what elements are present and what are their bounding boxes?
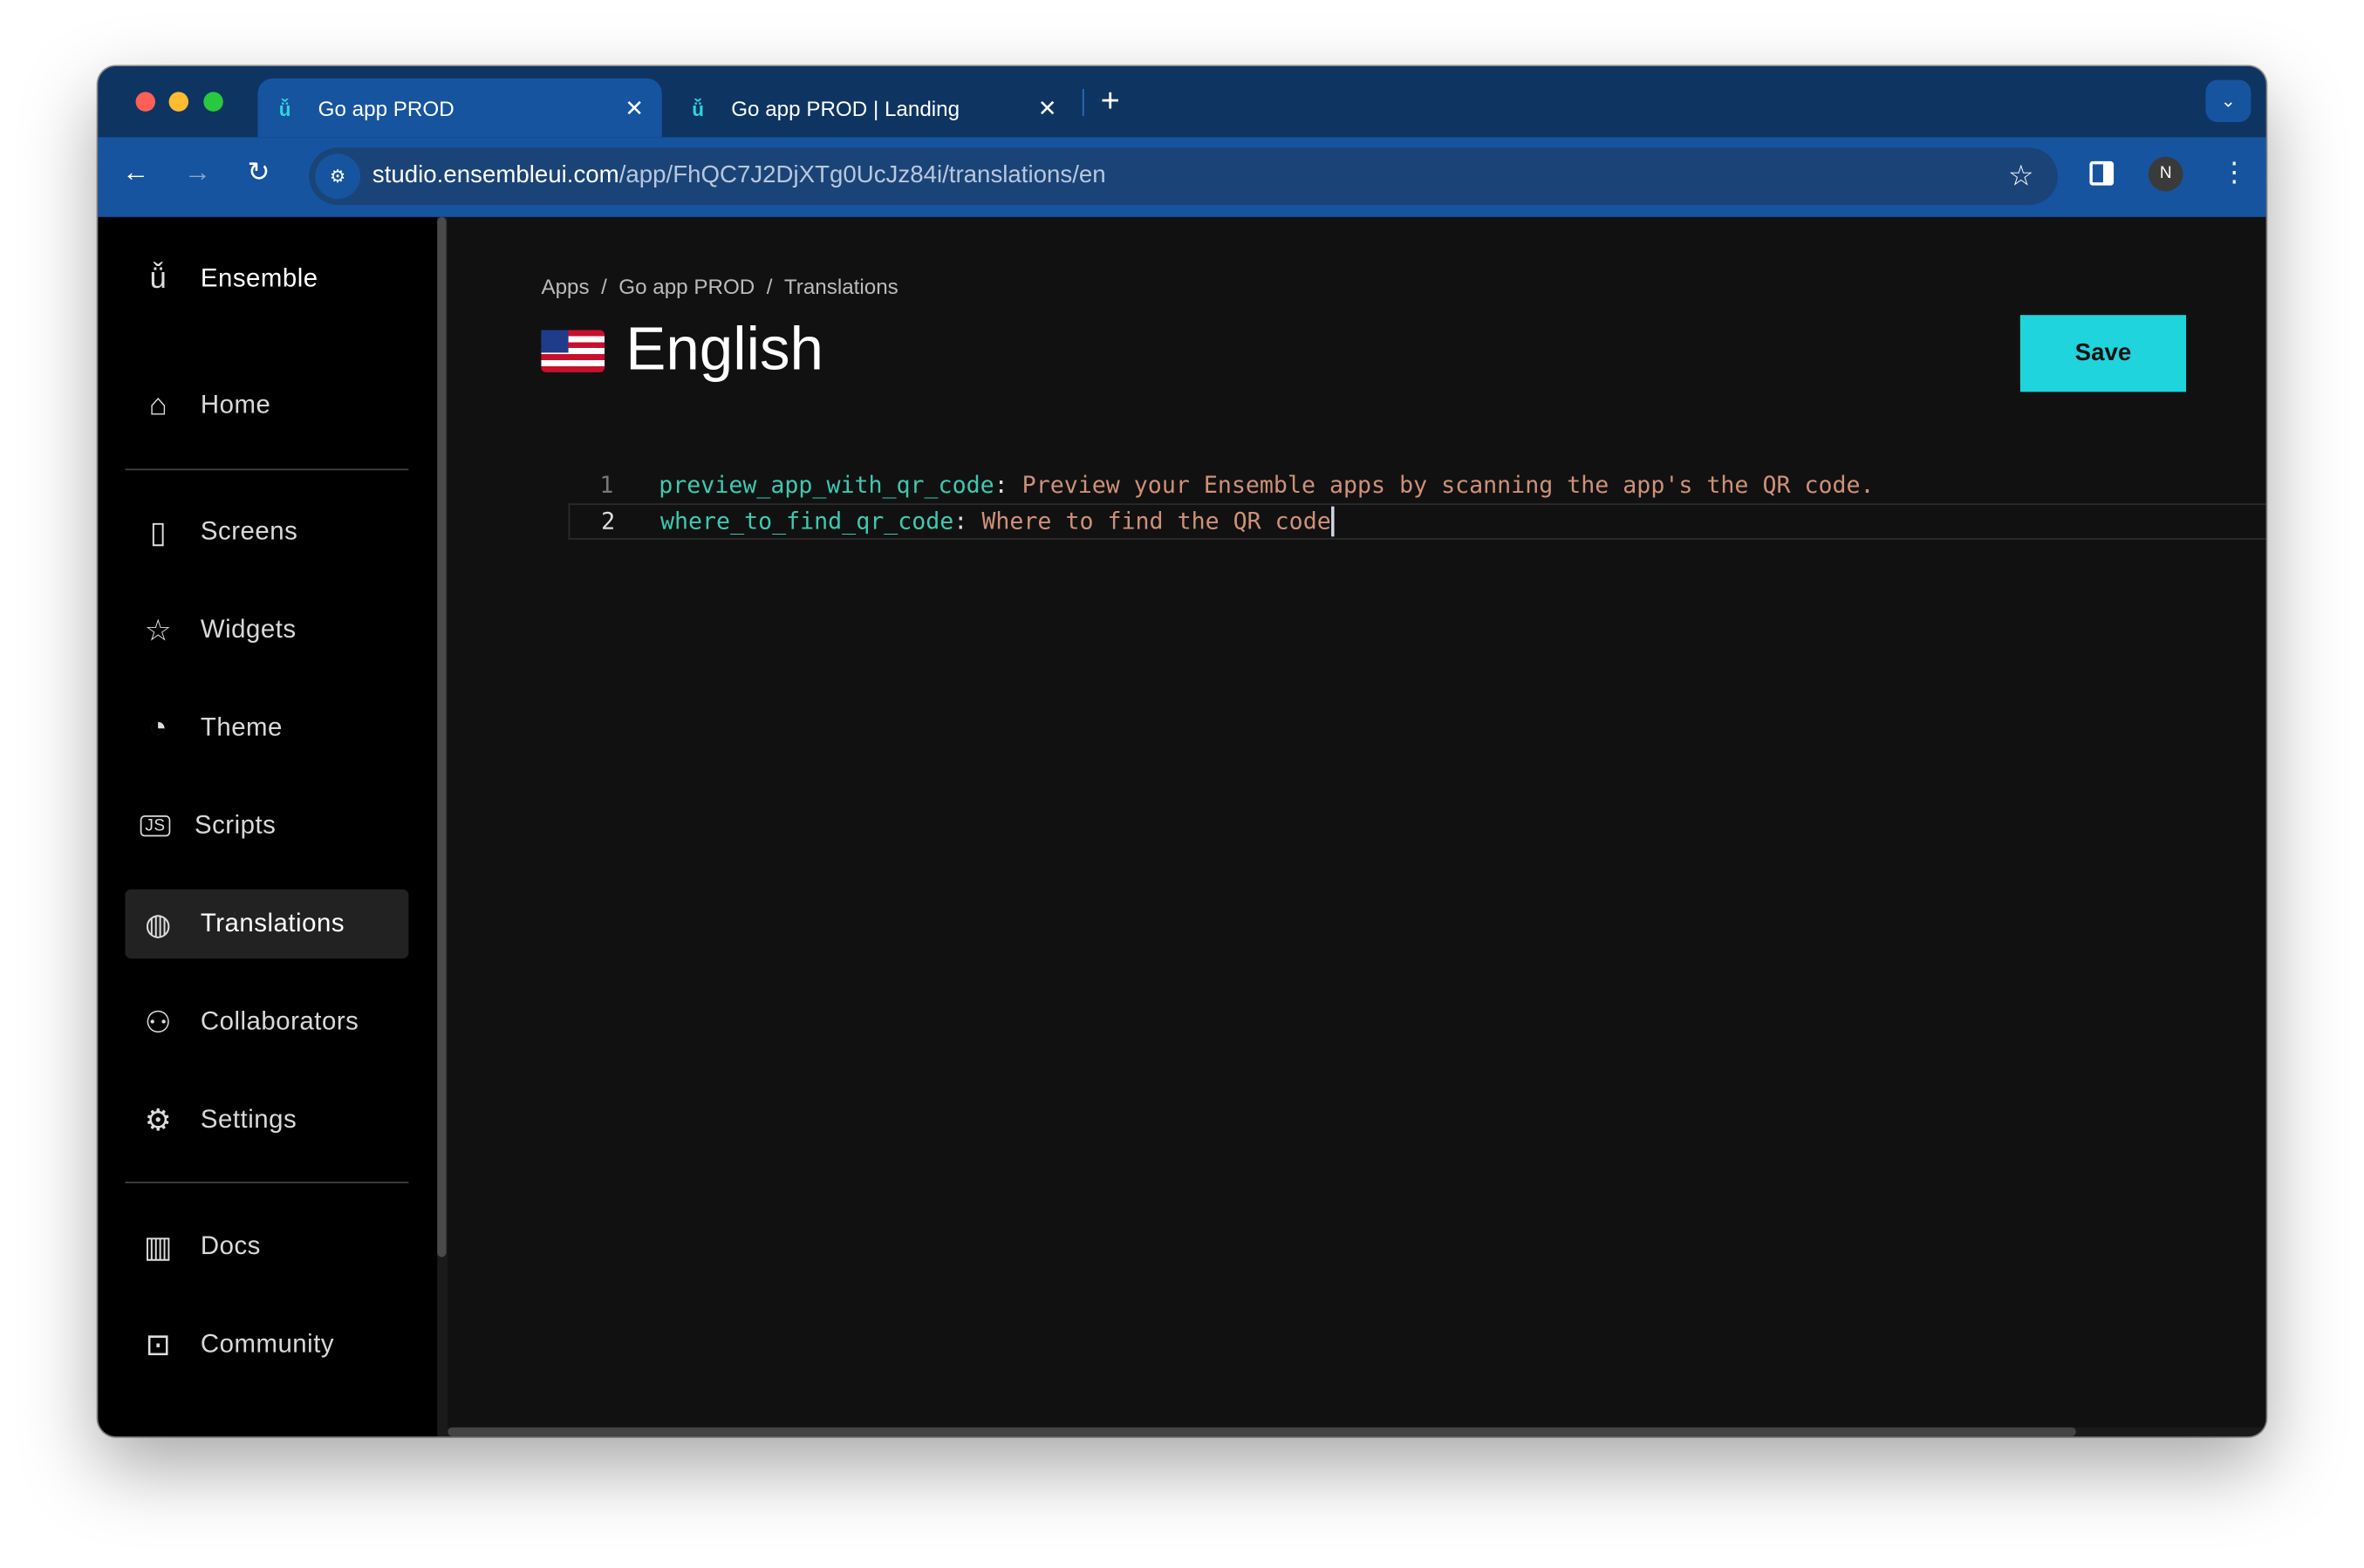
code-editor[interactable]: 1 preview_app_with_qr_code: Preview your … xyxy=(568,467,2266,540)
new-tab-icon[interactable]: + xyxy=(1101,81,1120,120)
sidebar-item-home[interactable]: ⌂ Home xyxy=(125,371,408,440)
home-icon: ⌂ xyxy=(148,388,168,422)
close-tab-icon[interactable]: ✕ xyxy=(1038,94,1057,121)
side-panel-icon[interactable] xyxy=(2089,160,2115,186)
sidebar-item-label: Home xyxy=(200,390,271,419)
close-tab-icon[interactable]: ✕ xyxy=(625,94,644,121)
breadcrumb-apps[interactable]: Apps xyxy=(541,275,589,299)
sidebar-item-translations[interactable]: ◍ Translations xyxy=(125,889,409,959)
more-menu-icon[interactable]: ⋮ xyxy=(2221,157,2248,188)
breadcrumb: Apps / Go app PROD / Translations xyxy=(541,274,898,299)
browser-window: ǚ Go app PROD ✕ ǚ Go app PROD | Landing … xyxy=(98,66,2266,1437)
sidebar-item-scripts[interactable]: JS Scripts xyxy=(125,791,408,861)
title-text: English xyxy=(625,316,824,383)
text-cursor xyxy=(1330,506,1335,537)
us-flag-icon xyxy=(541,329,605,372)
sidebar-scrollbar[interactable] xyxy=(437,216,448,1437)
js-icon: JS xyxy=(140,815,171,837)
url-path: /app/FhQC7J2DjXTg0UcJz84i/translations/e… xyxy=(618,162,1106,189)
sidebar-item-screens[interactable]: ▯ Screens xyxy=(125,497,408,567)
maximize-window-button[interactable] xyxy=(203,92,223,112)
translation-value: Where to find the QR code xyxy=(981,508,1331,535)
tab-label: Go app PROD xyxy=(318,95,454,120)
sidebar-item-label: Collaborators xyxy=(200,1006,359,1036)
back-arrow-icon[interactable]: ← xyxy=(122,157,149,188)
reload-icon[interactable]: ↻ xyxy=(247,157,270,188)
sidebar-item-label: Screens xyxy=(200,516,298,546)
editor-line[interactable]: 1 preview_app_with_qr_code: Preview your … xyxy=(569,467,2266,503)
close-window-button[interactable] xyxy=(135,92,156,112)
tab-bar: ǚ Go app PROD ✕ ǚ Go app PROD | Landing … xyxy=(98,66,2266,138)
divider xyxy=(125,468,409,471)
ensemble-logo-icon: ǚ xyxy=(692,97,705,120)
address-bar[interactable]: ⚙ studio.ensembleui.com/app/FhQC7J2DjXTg… xyxy=(309,147,2059,206)
screen-icon: ▯ xyxy=(149,515,167,549)
book-icon: ▥ xyxy=(143,1231,174,1265)
tab-go-app-prod[interactable]: ǚ Go app PROD ✕ xyxy=(257,78,662,138)
save-button[interactable]: Save xyxy=(2019,315,2187,392)
tab-search-chevron-down-icon[interactable]: ⌄ xyxy=(2205,79,2251,122)
breadcrumb-translations: Translations xyxy=(783,274,898,299)
sidebar: ǚ Ensemble ⌂ Home ▯ Screens ☆ Widgets ◔ Theme… xyxy=(98,216,438,1437)
minimize-window-button[interactable] xyxy=(168,92,189,112)
tab-go-app-prod-landing[interactable]: ǚ Go app PROD | Landing ✕ xyxy=(671,78,1075,137)
main-content: Apps / Go app PROD / Translations Englis… xyxy=(448,216,2266,1437)
widgets-icon: ☆ xyxy=(144,614,173,648)
translation-value: Preview your Ensemble apps by scanning t… xyxy=(1021,471,1875,500)
ensemble-logo-icon: ǚ xyxy=(149,261,167,295)
brand-name: Ensemble xyxy=(200,263,318,293)
translation-key: preview_app_with_qr_code xyxy=(659,471,994,500)
ensemble-logo-icon: ǚ xyxy=(278,97,291,120)
palette-icon: ◔ xyxy=(148,710,168,744)
page-title: English xyxy=(541,317,823,385)
bookmark-star-icon[interactable]: ☆ xyxy=(2008,159,2033,194)
sidebar-item-label: Settings xyxy=(200,1104,297,1134)
divider xyxy=(125,1181,409,1183)
sidebar-brand[interactable]: ǚ Ensemble xyxy=(125,244,408,314)
sidebar-item-collaborators[interactable]: ⚇ Collaborators xyxy=(125,987,408,1057)
tab-divider xyxy=(1082,88,1084,117)
translation-key: where_to_find_qr_code xyxy=(659,508,954,535)
sidebar-item-label: Widgets xyxy=(200,615,297,644)
sidebar-item-community[interactable]: ⊡ Community xyxy=(125,1310,408,1380)
breadcrumb-app[interactable]: Go app PROD xyxy=(618,275,755,299)
globe-icon: ◍ xyxy=(145,908,172,942)
line-number: 2 xyxy=(601,508,616,535)
browser-toolbar: ← → ↻ ⚙ studio.ensembleui.com/app/FhQC7J… xyxy=(98,137,2266,217)
sidebar-item-widgets[interactable]: ☆ Widgets xyxy=(125,596,408,665)
sidebar-item-label: Docs xyxy=(200,1231,261,1260)
sidebar-item-label: Translations xyxy=(200,909,345,938)
sidebar-item-theme[interactable]: ◔ Theme xyxy=(125,693,408,763)
gear-icon: ⚙ xyxy=(144,1103,173,1138)
site-settings-icon[interactable]: ⚙ xyxy=(315,153,361,200)
editor-line[interactable]: 2 where_to_find_qr_code: Where to find th… xyxy=(568,503,2266,540)
tab-label: Go app PROD | Landing xyxy=(731,95,960,120)
users-icon: ⚇ xyxy=(144,1006,173,1040)
url-host: studio.ensembleui.com xyxy=(372,162,619,189)
sidebar-item-docs[interactable]: ▥ Docs xyxy=(125,1212,408,1282)
forward-arrow-icon[interactable]: → xyxy=(184,157,211,188)
discord-icon: ⊡ xyxy=(145,1328,172,1362)
sidebar-item-settings[interactable]: ⚙ Settings xyxy=(125,1085,408,1155)
line-number: 1 xyxy=(599,471,614,500)
sidebar-item-label: Theme xyxy=(200,712,283,742)
horizontal-scrollbar[interactable] xyxy=(448,1427,2266,1437)
sidebar-item-label: Scripts xyxy=(194,810,277,840)
profile-avatar[interactable]: N xyxy=(2148,156,2183,192)
sidebar-item-label: Community xyxy=(200,1329,335,1359)
